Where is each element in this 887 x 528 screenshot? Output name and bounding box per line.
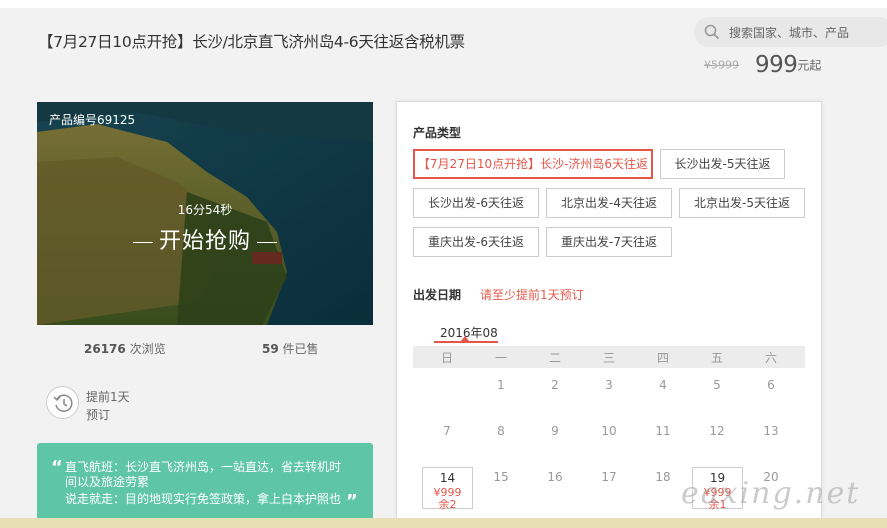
views-count: 26176 (84, 342, 126, 356)
day-number: 14 (439, 471, 456, 485)
price-unit: 元起 (797, 58, 822, 73)
weekday-label: 日 (440, 351, 453, 365)
highlights-box: “ 直飞航班：长沙直飞济州岛，一站直达，省去转机时 间以及旅途劳累 说走就走：目… (37, 443, 373, 528)
search-box[interactable]: 搜索国家、城市、产品 (694, 17, 887, 47)
site-watermark: eaxing.net (681, 476, 861, 511)
search-placeholder: 搜索国家、城市、产品 (729, 26, 850, 40)
start-buying-label: 开始抢购 (158, 229, 251, 254)
product-hero-image[interactable]: 产品编号69125 16分54秒 开始抢购 (37, 102, 373, 325)
booking-panel: 产品类型 【7月27日10点开抢】长沙-济州岛6天往返 长沙出发-5天往返 长沙… (396, 101, 822, 528)
page-title: 【7月27日10点开抢】长沙/北京直飞济州岛4-6天往返含税机票 (38, 33, 465, 51)
product-option[interactable]: 长沙出发-6天往返 (413, 188, 539, 218)
product-type-heading: 产品类型 (413, 126, 462, 140)
day-stock: 余2 (438, 498, 457, 511)
calendar-day: 11 (655, 424, 671, 438)
countdown-timer: 16分54秒 (177, 203, 233, 217)
calendar-day: 16 (547, 470, 563, 484)
bottom-status-bar (0, 518, 887, 528)
top-strip (0, 0, 887, 8)
price-block: ¥5999 999元起 (704, 52, 821, 78)
product-option[interactable]: 北京出发-5天往返 (679, 188, 805, 218)
product-option-selected[interactable]: 【7月27日10点开抢】长沙-济州岛6天往返 (413, 149, 653, 179)
calendar-day: 6 (767, 378, 775, 392)
calendar-day: 17 (601, 470, 617, 484)
calendar-day: 18 (655, 470, 671, 484)
product-option[interactable]: 重庆出发-7天往返 (546, 227, 672, 257)
search-icon (704, 24, 720, 40)
views-label: 次浏览 (129, 342, 166, 356)
product-option[interactable]: 北京出发-4天往返 (546, 188, 672, 218)
calendar-day: 13 (763, 424, 779, 438)
departure-date-heading: 出发日期 (413, 288, 462, 302)
product-option[interactable]: 长沙出发-5天往返 (660, 149, 785, 179)
sold-count: 59 (262, 342, 279, 356)
sold-stat: 59 件已售 (262, 340, 319, 357)
booking-hint: 请至少提前1天预订 (480, 288, 584, 302)
history-clock-icon (46, 386, 79, 419)
month-underline (434, 341, 498, 343)
calendar-day: 5 (713, 378, 721, 392)
views-stat: 26176 次浏览 (84, 340, 166, 357)
open-quote-icon: “ (51, 457, 63, 478)
calendar-day: 1 (497, 378, 505, 392)
highlight-line: 间以及旅途劳累 (65, 475, 150, 489)
calendar-day: 7 (443, 424, 451, 438)
weekday-label: 二 (548, 351, 561, 365)
product-option[interactable]: 重庆出发-6天往返 (413, 227, 539, 257)
weekday-label: 一 (494, 351, 507, 365)
calendar-day: 8 (497, 424, 505, 438)
calendar-day: 10 (601, 424, 617, 438)
calendar-day: 12 (709, 424, 725, 438)
calendar-day-available[interactable]: 14 ¥999 余2 (422, 467, 473, 511)
weekday-label: 四 (656, 351, 669, 365)
advance-label: 预订 (86, 408, 111, 422)
highlight-line: 说走就走：目的地现实行免签政策，拿上白本护照也 (65, 492, 342, 506)
product-code: 产品编号69125 (49, 113, 136, 127)
weekday-label: 五 (710, 351, 723, 365)
weekday-label: 六 (764, 351, 777, 365)
calendar-day: 4 (659, 378, 667, 392)
calendar-day: 3 (605, 378, 613, 392)
calendar-day: 15 (493, 470, 509, 484)
weekday-header: 日 一 二 三 四 五 六 (413, 346, 805, 368)
start-buying-button[interactable]: 开始抢购 (37, 223, 373, 255)
close-quote-icon: ” (346, 491, 358, 512)
advance-days: 提前1天 (86, 390, 130, 404)
calendar-day: 2 (551, 378, 559, 392)
weekday-label: 三 (602, 351, 615, 365)
calendar-day: 9 (551, 424, 559, 438)
original-price: ¥5999 (704, 58, 739, 72)
current-price: 999 (755, 52, 798, 78)
sold-label: 件已售 (282, 342, 319, 356)
